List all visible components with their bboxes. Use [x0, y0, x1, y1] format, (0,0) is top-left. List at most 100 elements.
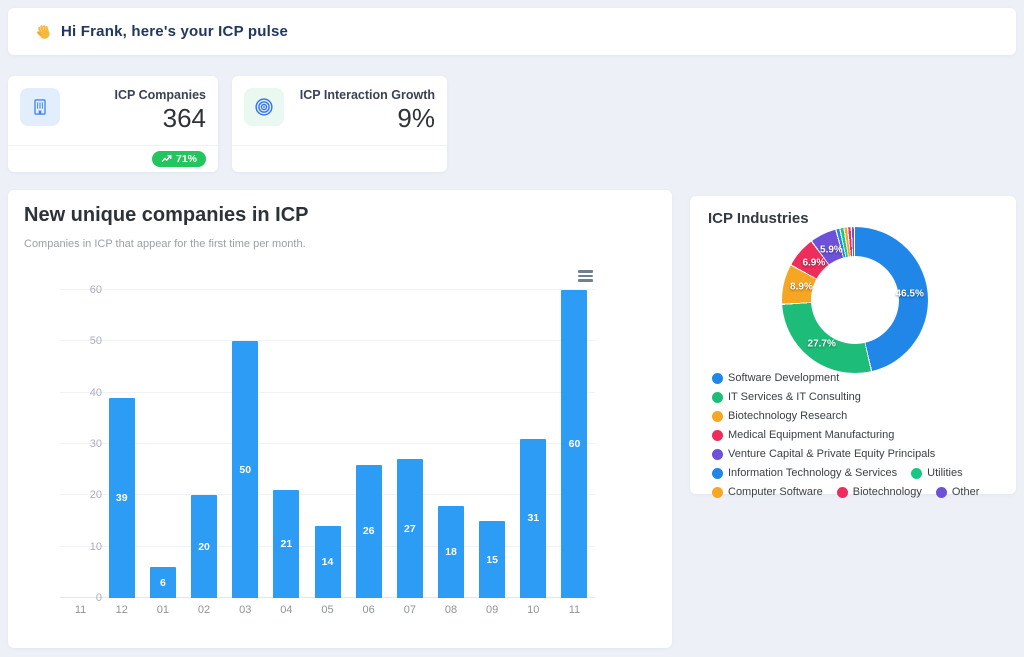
trend-up-icon — [161, 155, 172, 163]
donut-legend: Software Development IT Services & IT Con… — [712, 372, 1000, 498]
stat-value: 364 — [115, 104, 206, 133]
bar-value-label: 60 — [569, 438, 581, 450]
legend-label: Biotechnology — [853, 486, 922, 498]
donut-chart-title: ICP Industries — [708, 210, 809, 227]
legend-label: Other — [952, 486, 980, 498]
legend-label: Venture Capital & Private Equity Princip… — [728, 448, 935, 460]
chart-menu-icon[interactable] — [578, 270, 593, 284]
stat-value: 9% — [300, 104, 435, 133]
legend-item[interactable]: Medical Equipment Manufacturing — [712, 429, 894, 441]
legend-item[interactable]: Venture Capital & Private Equity Princip… — [712, 448, 935, 460]
legend-item[interactable]: Utilities — [911, 467, 962, 479]
bar-column: 6 — [142, 290, 183, 598]
legend-dot — [712, 487, 723, 498]
bar-value-label: 14 — [322, 556, 334, 568]
greeting-bar: Hi Frank, here's your ICP pulse — [8, 8, 1016, 55]
bar-chart-subtitle: Companies in ICP that appear for the fir… — [24, 238, 306, 250]
legend-item[interactable]: Information Technology & Services — [712, 467, 897, 479]
bar[interactable]: 14 — [315, 526, 341, 598]
bar-column: 26 — [348, 290, 389, 598]
legend-item[interactable]: IT Services & IT Consulting — [712, 391, 861, 403]
bar[interactable]: 39 — [109, 398, 135, 598]
x-tick-label: 04 — [266, 604, 307, 616]
growth-badge: 71% — [152, 151, 206, 168]
slice-percent-label: 27.7% — [808, 338, 836, 349]
legend-dot — [712, 411, 723, 422]
bar-value-label: 26 — [363, 525, 375, 537]
x-tick-label: 08 — [430, 604, 471, 616]
bar-chart-title: New unique companies in ICP — [24, 204, 309, 227]
bar[interactable]: 15 — [479, 521, 505, 598]
slice-percent-label: 8.9% — [790, 282, 813, 293]
slice-percent-label: 6.9% — [802, 258, 825, 269]
bar-column: 27 — [389, 290, 430, 598]
legend-dot — [712, 392, 723, 403]
legend-label: Computer Software — [728, 486, 823, 498]
donut-chart-card: ICP Industries 46.5% 27.7% 8.9% 6.9% 5.9% So… — [690, 196, 1016, 494]
bar-column — [60, 290, 101, 598]
bar-value-label: 27 — [404, 523, 416, 535]
bar[interactable]: 18 — [438, 506, 464, 598]
x-tick-label: 05 — [307, 604, 348, 616]
bar[interactable]: 31 — [520, 439, 546, 598]
legend-item[interactable]: Biotechnology Research — [712, 410, 847, 422]
x-tick-label: 10 — [513, 604, 554, 616]
x-tick-label: 01 — [142, 604, 183, 616]
bar-column: 50 — [225, 290, 266, 598]
greeting-text: Hi Frank, here's your ICP pulse — [61, 23, 288, 40]
bar-column: 15 — [472, 290, 513, 598]
x-tick-label: 06 — [348, 604, 389, 616]
donut-hole — [811, 256, 899, 344]
legend-label: IT Services & IT Consulting — [728, 391, 861, 403]
legend-item[interactable]: Software Development — [712, 372, 839, 384]
bar-column: 39 — [101, 290, 142, 598]
x-tick-label: 11 — [60, 604, 101, 616]
bar-column: 14 — [307, 290, 348, 598]
target-icon — [244, 88, 284, 126]
stat-label: ICP Interaction Growth — [300, 88, 435, 102]
x-tick-label: 03 — [225, 604, 266, 616]
bar-value-label: 21 — [281, 538, 293, 550]
x-tick-label: 07 — [389, 604, 430, 616]
legend-dot — [712, 449, 723, 460]
bar-value-label: 31 — [527, 512, 539, 524]
slice-percent-label: 5.9% — [820, 245, 843, 256]
stat-label: ICP Companies — [115, 88, 206, 102]
bars-container: 39 6 20 50 21 14 26 27 18 15 31 60 — [60, 290, 595, 598]
wave-icon — [34, 23, 52, 41]
legend-dot — [712, 430, 723, 441]
bar-value-label: 18 — [445, 546, 457, 558]
bar[interactable]: 20 — [191, 495, 217, 598]
legend-dot — [712, 373, 723, 384]
legend-dot — [837, 487, 848, 498]
x-tick-label: 09 — [472, 604, 513, 616]
legend-item[interactable]: Computer Software — [712, 486, 823, 498]
legend-item[interactable]: Other — [936, 486, 980, 498]
legend-item[interactable]: Biotechnology — [837, 486, 922, 498]
bar-column: 60 — [554, 290, 595, 598]
bar-value-label: 6 — [160, 577, 166, 589]
x-tick-label: 02 — [183, 604, 224, 616]
bar-value-label: 15 — [486, 554, 498, 566]
legend-label: Biotechnology Research — [728, 410, 847, 422]
legend-dot — [712, 468, 723, 479]
x-tick-label: 12 — [101, 604, 142, 616]
bar-column: 21 — [266, 290, 307, 598]
bar-column: 31 — [513, 290, 554, 598]
bar[interactable]: 50 — [232, 341, 258, 598]
bar-column: 20 — [183, 290, 224, 598]
legend-dot — [936, 487, 947, 498]
donut-chart[interactable]: 46.5% 27.7% 8.9% 6.9% 5.9% — [782, 227, 928, 373]
x-tick-label: 11 — [554, 604, 595, 616]
bar[interactable]: 27 — [397, 459, 423, 598]
bar[interactable]: 21 — [273, 490, 299, 598]
bar-value-label: 20 — [198, 541, 210, 553]
slice-percent-label: 46.5% — [895, 288, 923, 299]
bar[interactable]: 6 — [150, 567, 176, 598]
bar-plot: 010203040506039620502114262718153160 — [60, 290, 595, 598]
bar[interactable]: 26 — [356, 465, 382, 598]
bar-column: 18 — [430, 290, 471, 598]
bar-chart-card: New unique companies in ICP Companies in… — [8, 190, 672, 648]
legend-label: Information Technology & Services — [728, 467, 897, 479]
bar[interactable]: 60 — [561, 290, 587, 598]
